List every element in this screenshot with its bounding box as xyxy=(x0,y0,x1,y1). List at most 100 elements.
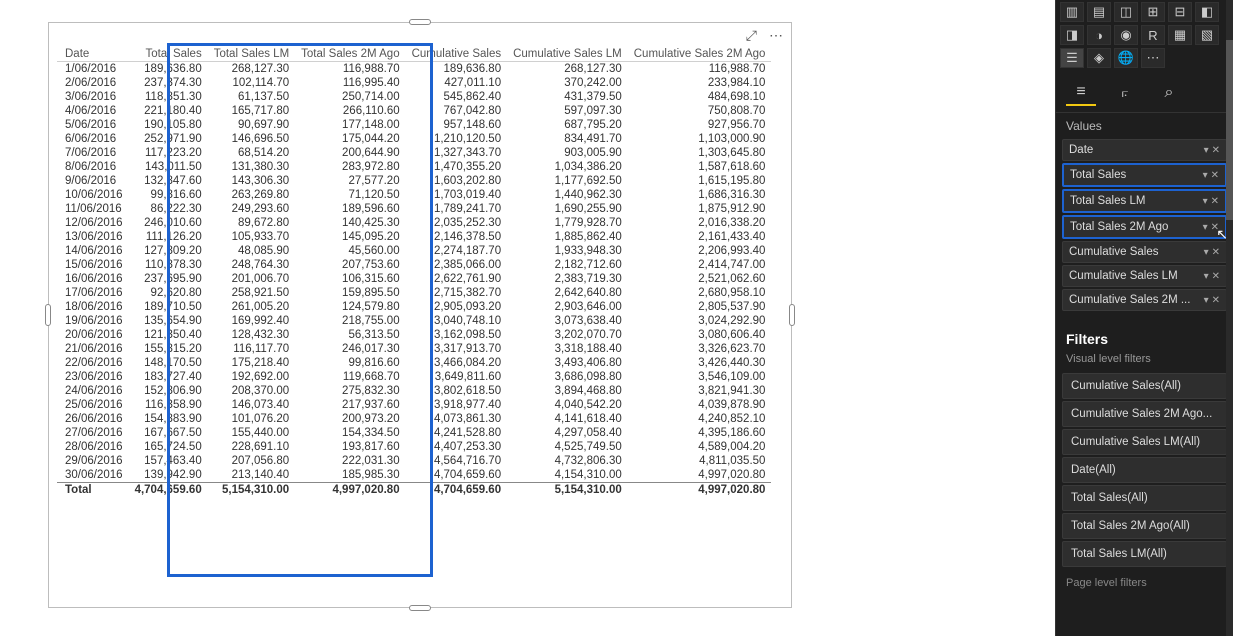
viz-type-icon[interactable]: 🌐 xyxy=(1114,48,1138,68)
cell: 48,085.90 xyxy=(208,244,295,258)
cell: 2,805,537.90 xyxy=(628,300,772,314)
remove-icon[interactable]: ✕ xyxy=(1211,196,1219,207)
col-date[interactable]: Date xyxy=(57,47,129,62)
filter-card[interactable]: Cumulative Sales 2M Ago... xyxy=(1062,401,1227,427)
table-row[interactable]: 29/06/2016157,463.40207,056.80222,031.30… xyxy=(57,454,771,468)
viz-type-icon[interactable]: ⊞ xyxy=(1141,2,1165,22)
resize-handle-left[interactable] xyxy=(45,304,51,326)
analytics-tab-icon[interactable]: ⌕ xyxy=(1154,80,1184,106)
table-row[interactable]: 4/06/2016221,180.40165,717.80266,110.607… xyxy=(57,104,771,118)
table-row[interactable]: 14/06/2016127,809.2048,085.9045,560.002,… xyxy=(57,244,771,258)
table-row[interactable]: 13/06/2016111,126.20105,933.70145,095.20… xyxy=(57,230,771,244)
viz-type-icon[interactable]: ◉ xyxy=(1114,25,1138,45)
viz-type-icon[interactable]: ◫ xyxy=(1114,2,1138,22)
filter-card[interactable]: Total Sales LM(All) xyxy=(1062,541,1227,567)
viz-type-icon[interactable]: ⊟ xyxy=(1168,2,1192,22)
table-row[interactable]: 27/06/2016167,667.50155,440.00154,334.50… xyxy=(57,426,771,440)
col-cum-sales[interactable]: Cumulative Sales xyxy=(406,47,507,62)
field-pill[interactable]: Cumulative Sales▾✕ xyxy=(1062,241,1227,263)
viz-type-icon[interactable]: ☰ xyxy=(1060,48,1084,68)
remove-icon[interactable]: ✕ xyxy=(1211,222,1219,233)
resize-handle-top[interactable] xyxy=(409,19,431,25)
field-pill[interactable]: Total Sales▾✕ xyxy=(1062,163,1227,187)
table-row[interactable]: 28/06/2016165,724.50228,691.10193,817.60… xyxy=(57,440,771,454)
cell: 99,816.60 xyxy=(295,356,405,370)
viz-type-icon[interactable]: ◈ xyxy=(1087,48,1111,68)
focus-mode-icon[interactable]: ⤢ xyxy=(746,27,757,44)
table-row[interactable]: 11/06/201686,222.30249,293.60189,596.601… xyxy=(57,202,771,216)
more-options-icon[interactable]: ⋯ xyxy=(769,27,783,44)
col-cum-sales-lm[interactable]: Cumulative Sales LM xyxy=(507,47,628,62)
viz-type-icon[interactable]: ◑ xyxy=(1087,25,1111,45)
chevron-down-icon[interactable]: ▾ xyxy=(1204,295,1209,306)
table-row[interactable]: 19/06/2016135,654.90169,992.40218,755.00… xyxy=(57,314,771,328)
filter-card[interactable]: Cumulative Sales(All) xyxy=(1062,373,1227,399)
table-row[interactable]: 18/06/2016189,710.50261,005.20124,579.80… xyxy=(57,300,771,314)
cell: 207,056.80 xyxy=(208,454,295,468)
remove-icon[interactable]: ✕ xyxy=(1212,295,1220,306)
chevron-down-icon[interactable]: ▾ xyxy=(1203,222,1208,233)
table-row[interactable]: 17/06/201692,620.80258,921.50159,895.502… xyxy=(57,286,771,300)
viz-type-icon[interactable]: ▥ xyxy=(1060,2,1084,22)
remove-icon[interactable]: ✕ xyxy=(1212,145,1220,156)
field-pill-label: Cumulative Sales 2M ... xyxy=(1069,294,1190,306)
filter-card[interactable]: Total Sales(All) xyxy=(1062,485,1227,511)
table-row[interactable]: 8/06/2016143,011.50131,380.30283,972.801… xyxy=(57,160,771,174)
table-row[interactable]: 23/06/2016183,727.40192,692.00119,668.70… xyxy=(57,370,771,384)
field-pill[interactable]: Cumulative Sales 2M ... ▾✕ xyxy=(1062,289,1227,311)
chevron-down-icon[interactable]: ▾ xyxy=(1203,170,1208,181)
chevron-down-icon[interactable]: ▾ xyxy=(1204,271,1209,282)
field-pill[interactable]: Date▾✕ xyxy=(1062,139,1227,161)
field-pill[interactable]: Cumulative Sales LM▾✕ xyxy=(1062,265,1227,287)
panel-scrollbar[interactable] xyxy=(1226,0,1233,636)
remove-icon[interactable]: ✕ xyxy=(1212,247,1220,258)
viz-type-icon[interactable]: R xyxy=(1141,25,1165,45)
viz-type-icon[interactable]: ◨ xyxy=(1060,25,1084,45)
table-row[interactable]: 9/06/2016132,847.60143,306.3027,577.201,… xyxy=(57,174,771,188)
values-well[interactable]: Date▾✕Total Sales▾✕Total Sales LM▾✕Total… xyxy=(1056,137,1233,321)
viz-type-icon[interactable]: ▦ xyxy=(1168,25,1192,45)
remove-icon[interactable]: ✕ xyxy=(1212,271,1220,282)
resize-handle-bottom[interactable] xyxy=(409,605,431,611)
table-row[interactable]: 12/06/2016246,010.6089,672.80140,425.302… xyxy=(57,216,771,230)
field-pill[interactable]: Total Sales 2M Ago▾✕ xyxy=(1062,215,1227,239)
table-row[interactable]: 5/06/2016190,105.8090,697.90177,148.0095… xyxy=(57,118,771,132)
viz-type-icon[interactable]: ▤ xyxy=(1087,2,1111,22)
table-row[interactable]: 21/06/2016155,815.20116,117.70246,017.30… xyxy=(57,342,771,356)
table-row[interactable]: 6/06/2016252,971.90146,696.50175,044.201… xyxy=(57,132,771,146)
table-row[interactable]: 15/06/2016110,878.30248,764.30207,753.60… xyxy=(57,258,771,272)
fields-tab-icon[interactable]: ≡ xyxy=(1066,80,1096,106)
table-row[interactable]: 22/06/2016148,170.50175,218.4099,816.603… xyxy=(57,356,771,370)
table-visual-container[interactable]: ⤢ ⋯ Date Total Sales Total Sales LM Tota… xyxy=(48,22,792,608)
filter-card[interactable]: Cumulative Sales LM(All) xyxy=(1062,429,1227,455)
table-row[interactable]: 20/06/2016121,350.40128,432.3056,313.503… xyxy=(57,328,771,342)
chevron-down-icon[interactable]: ▾ xyxy=(1203,196,1208,207)
table-row[interactable]: 10/06/201699,816.60263,269.8071,120.501,… xyxy=(57,188,771,202)
viz-type-icon[interactable]: ▧ xyxy=(1195,25,1219,45)
table-row[interactable]: 1/06/2016189,636.80268,127.30116,988.701… xyxy=(57,62,771,77)
col-total-sales[interactable]: Total Sales xyxy=(129,47,208,62)
table-row[interactable]: 7/06/2016117,223.2068,514.20200,644.901,… xyxy=(57,146,771,160)
table-row[interactable]: 3/06/2016118,851.3061,137.50250,714.0054… xyxy=(57,90,771,104)
filter-card[interactable]: Date(All) xyxy=(1062,457,1227,483)
col-total-sales-2m[interactable]: Total Sales 2M Ago xyxy=(295,47,405,62)
viz-type-icon[interactable]: ◧ xyxy=(1195,2,1219,22)
col-total-sales-lm[interactable]: Total Sales LM xyxy=(208,47,295,62)
scrollbar-thumb[interactable] xyxy=(1226,40,1233,220)
table-row[interactable]: 26/06/2016154,883.90101,076.20200,973.20… xyxy=(57,412,771,426)
chevron-down-icon[interactable]: ▾ xyxy=(1204,145,1209,156)
field-pill[interactable]: Total Sales LM▾✕ xyxy=(1062,189,1227,213)
table-row[interactable]: 16/06/2016237,695.90201,006.70106,315.60… xyxy=(57,272,771,286)
chevron-down-icon[interactable]: ▾ xyxy=(1204,247,1209,258)
format-tab-icon[interactable]: ⟔ xyxy=(1110,80,1140,106)
col-cum-sales-2m[interactable]: Cumulative Sales 2M Ago xyxy=(628,47,772,62)
remove-icon[interactable]: ✕ xyxy=(1211,170,1219,181)
table-row[interactable]: 30/06/2016139,942.90213,140.40185,985.30… xyxy=(57,468,771,483)
table-row[interactable]: 2/06/2016237,374.30102,114.70116,995.404… xyxy=(57,76,771,90)
resize-handle-right[interactable] xyxy=(789,304,795,326)
table-row[interactable]: 25/06/2016116,358.90146,073.40217,937.60… xyxy=(57,398,771,412)
page-level-filters-label: Page level filters xyxy=(1056,569,1233,597)
viz-type-icon[interactable]: ⋯ xyxy=(1141,48,1165,68)
filter-card[interactable]: Total Sales 2M Ago(All) xyxy=(1062,513,1227,539)
table-row[interactable]: 24/06/2016152,806.90208,370.00275,832.30… xyxy=(57,384,771,398)
